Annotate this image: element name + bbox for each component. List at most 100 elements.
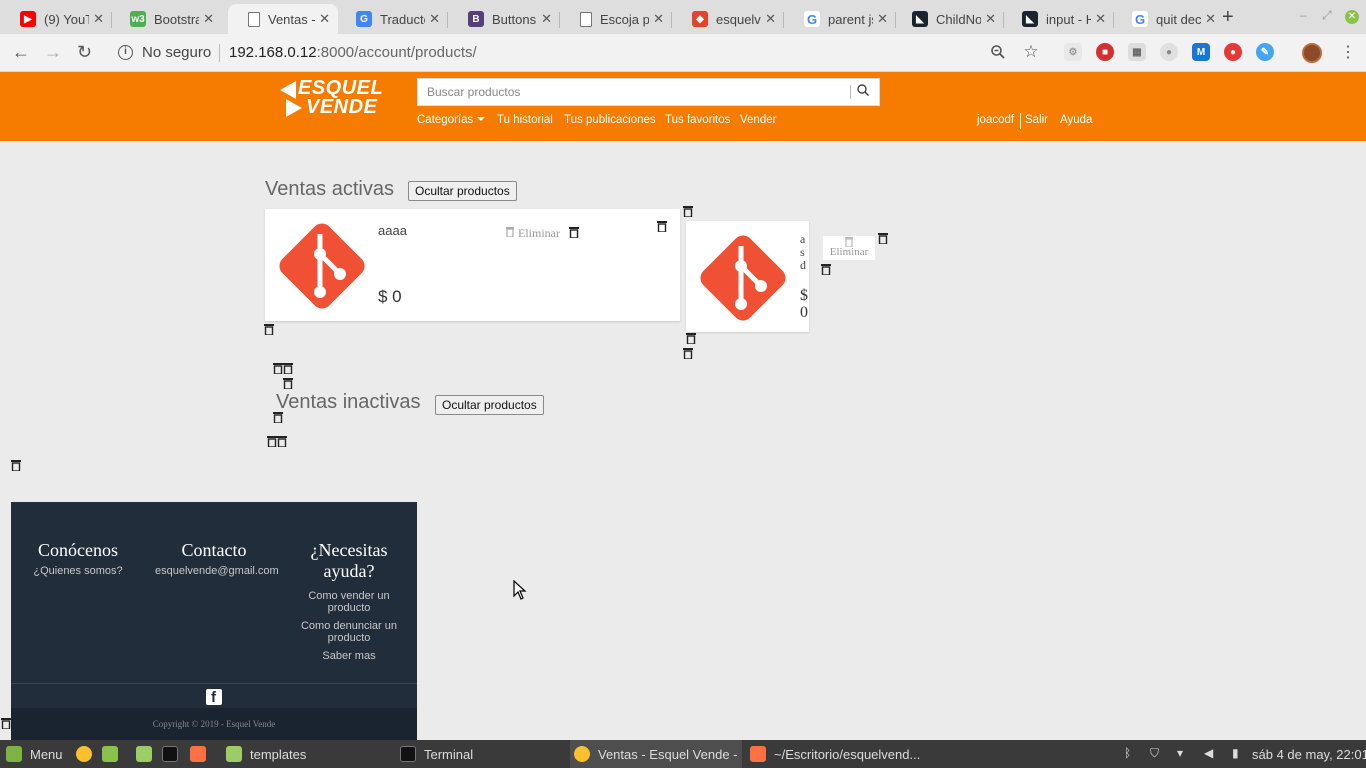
terminal-launcher[interactable] xyxy=(162,740,186,768)
search-input[interactable] xyxy=(418,79,848,105)
close-icon[interactable]: ✕ xyxy=(1095,11,1106,27)
close-window-icon[interactable]: ✕ xyxy=(1345,10,1359,24)
extension-icon[interactable]: ⚙ xyxy=(1064,43,1082,61)
close-icon[interactable]: ✕ xyxy=(203,11,214,27)
shield-icon[interactable]: ⛉ xyxy=(1150,746,1164,762)
trash-icon[interactable] xyxy=(683,206,693,217)
zoom-icon[interactable] xyxy=(989,43,1007,61)
hide-inactive-products-button[interactable]: Ocultar productos xyxy=(435,395,544,415)
tab-youtube[interactable]: ▶ (9) YouTube ✕ xyxy=(0,4,112,34)
trash-icon[interactable] xyxy=(267,436,277,447)
footer-help-link[interactable]: Saber mas xyxy=(297,650,401,662)
profile-avatar[interactable] xyxy=(1302,43,1322,63)
footer-help-link[interactable]: Como denunciar un producto xyxy=(297,620,401,644)
footer-help-link[interactable]: Como vender un producto xyxy=(297,590,401,614)
battery-icon[interactable]: ▮ xyxy=(1232,746,1246,762)
hide-active-products-button[interactable]: Ocultar productos xyxy=(408,181,517,201)
info-icon[interactable]: i xyxy=(118,45,133,60)
new-tab-icon[interactable]: + xyxy=(1222,6,1234,29)
git-logo-icon xyxy=(279,223,365,309)
tab-buttons[interactable]: B Buttons ✕ xyxy=(448,4,560,34)
trash-icon[interactable] xyxy=(277,436,287,447)
taskbar-window-templates[interactable]: templates xyxy=(220,740,390,768)
reload-icon[interactable]: ↻ xyxy=(77,42,92,63)
footer-contact-email[interactable]: esquelvende@gmail.com xyxy=(155,565,279,577)
taskbar-window-terminal[interactable]: Terminal xyxy=(394,740,564,768)
back-icon[interactable]: ← xyxy=(12,42,30,63)
tab-parent-json[interactable]: G parent json ✕ xyxy=(784,4,896,34)
address-bar[interactable]: 192.168.0.12:8000/account/products/ xyxy=(229,44,477,61)
menu-kebab-icon[interactable]: ⋮ xyxy=(1340,42,1356,62)
sublime-launcher[interactable] xyxy=(190,740,214,768)
tab-escoja[interactable]: Escoja para ✕ xyxy=(560,4,672,34)
trash-icon[interactable] xyxy=(1,718,11,729)
search-button[interactable] xyxy=(856,83,876,101)
trash-icon[interactable] xyxy=(657,221,667,232)
nav-logout[interactable]: Salir xyxy=(1025,114,1048,126)
trash-icon[interactable] xyxy=(273,363,283,374)
close-icon[interactable]: ✕ xyxy=(877,11,888,27)
pen-extension-icon[interactable]: ✎ xyxy=(1256,43,1274,61)
nav-sell[interactable]: Vender xyxy=(740,114,776,126)
trash-icon[interactable] xyxy=(11,460,21,471)
taskbar-window-chrome[interactable]: Ventas - Esquel Vende - ... xyxy=(570,740,742,768)
tab-bootstrap[interactable]: w3 Bootstrap ✕ xyxy=(110,4,222,34)
tab-ventas[interactable]: Ventas - Esquel Vende ✕ xyxy=(228,4,338,34)
site-logo[interactable]: ESQUEL VENDE xyxy=(280,77,384,117)
nav-help[interactable]: Ayuda xyxy=(1060,114,1092,126)
grid-extension-icon[interactable]: ▦ xyxy=(1128,43,1146,61)
tab-quit-decoration[interactable]: G quit decoration ✕ xyxy=(1112,4,1224,34)
m-extension-icon[interactable]: M xyxy=(1192,43,1210,61)
trash-icon[interactable] xyxy=(686,333,696,344)
trash-icon[interactable] xyxy=(821,264,831,275)
close-icon[interactable]: ✕ xyxy=(985,11,996,27)
nav-history[interactable]: Tu historial xyxy=(497,114,553,126)
nav-publications[interactable]: Tus publicaciones xyxy=(564,114,656,126)
files-launcher[interactable] xyxy=(102,740,126,768)
trash-icon[interactable] xyxy=(283,363,293,374)
restore-icon[interactable]: ⤢ xyxy=(1322,8,1332,23)
tab-input-html[interactable]: ◣ input - HTML ✕ xyxy=(1002,4,1114,34)
facebook-icon[interactable]: f xyxy=(206,689,222,706)
trash-icon[interactable] xyxy=(683,348,693,359)
chrome-launcher[interactable] xyxy=(76,740,100,768)
folder-launcher[interactable] xyxy=(136,740,160,768)
close-icon[interactable]: ✕ xyxy=(765,11,776,27)
product-card[interactable]: aaaa $ 0 Eliminar xyxy=(265,209,680,321)
product-card[interactable]: asd $ 0 xyxy=(686,221,809,332)
nav-favorites[interactable]: Tus favoritos xyxy=(665,114,730,126)
record-extension-icon[interactable]: ● xyxy=(1224,43,1242,61)
close-icon[interactable]: ✕ xyxy=(653,11,664,27)
tab-childnodes[interactable]: ◣ ChildNodes ✕ xyxy=(892,4,1004,34)
tab-traductor[interactable]: G Traductor de Google ✕ xyxy=(336,4,448,34)
wifi-icon[interactable]: ▾ xyxy=(1177,746,1191,762)
delete-link[interactable]: Eliminar xyxy=(505,226,560,241)
forward-icon[interactable]: → xyxy=(44,42,62,63)
categories-dropdown[interactable]: Categorías xyxy=(417,114,486,126)
close-icon[interactable]: ✕ xyxy=(93,11,104,27)
trash-icon[interactable] xyxy=(264,324,274,335)
volume-icon[interactable]: ◀ xyxy=(1204,746,1218,762)
adblock-icon[interactable]: ■ xyxy=(1096,43,1114,61)
security-indicator[interactable]: No seguro xyxy=(142,44,211,61)
chat-extension-icon[interactable]: ● xyxy=(1160,43,1178,61)
taskbar-window-sublime[interactable]: ~/Escritorio/esquelvend... xyxy=(744,740,934,768)
product-title[interactable]: asd xyxy=(800,233,808,272)
tab-gitlab[interactable]: ◆ esquelvende ✕ xyxy=(672,4,784,34)
minimize-icon[interactable]: – xyxy=(1300,8,1307,22)
close-icon[interactable]: ✕ xyxy=(429,11,440,27)
trash-icon[interactable] xyxy=(569,227,579,238)
trash-icon[interactable] xyxy=(283,378,293,389)
product-title[interactable]: aaaa xyxy=(378,223,407,238)
nav-user[interactable]: joacodf xyxy=(977,114,1014,126)
start-menu-button[interactable]: Menu xyxy=(6,740,63,768)
bluetooth-icon[interactable]: ᛒ xyxy=(1124,746,1138,762)
trash-icon[interactable] xyxy=(878,233,888,244)
close-icon[interactable]: ✕ xyxy=(1205,11,1216,27)
active-sales-title: Ventas activas xyxy=(265,178,394,200)
clock[interactable]: sáb 4 de may, 22:01 xyxy=(1252,740,1366,768)
bookmark-star-icon[interactable]: ☆ xyxy=(1022,42,1040,61)
close-icon[interactable]: ✕ xyxy=(319,11,330,27)
close-icon[interactable]: ✕ xyxy=(541,11,552,27)
footer-about-link[interactable]: ¿Quienes somos? xyxy=(25,565,131,577)
